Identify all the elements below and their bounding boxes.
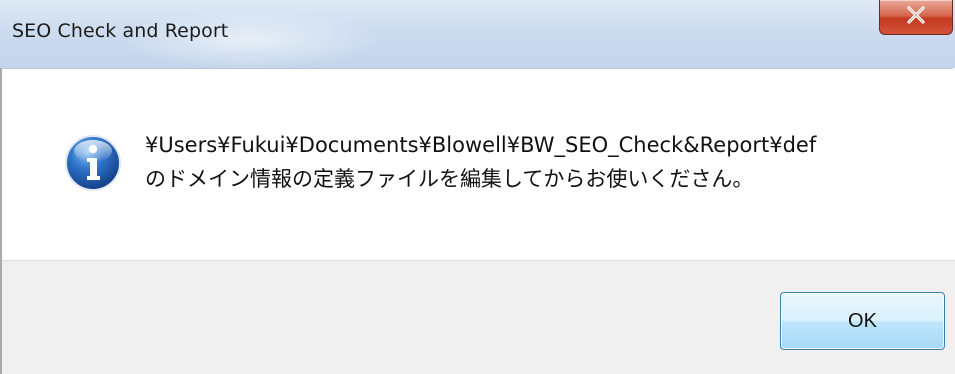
- message-box-window: SEO Check and Report ¥Users¥Fukui¥Docume…: [0, 0, 955, 374]
- window-title: SEO Check and Report: [12, 20, 229, 42]
- information-icon: [65, 135, 121, 191]
- dialog-message: ¥Users¥Fukui¥Documents¥Blowell¥BW_SEO_Ch…: [145, 128, 816, 196]
- close-button[interactable]: [879, 0, 953, 35]
- message-line-1: ¥Users¥Fukui¥Documents¥Blowell¥BW_SEO_Ch…: [145, 133, 817, 157]
- title-bar[interactable]: SEO Check and Report: [0, 0, 955, 70]
- message-line-2: のドメイン情報の定義ファイルを編集してからお使いくださん。: [145, 167, 754, 191]
- ok-button[interactable]: OK: [780, 292, 945, 350]
- close-icon: [907, 6, 925, 24]
